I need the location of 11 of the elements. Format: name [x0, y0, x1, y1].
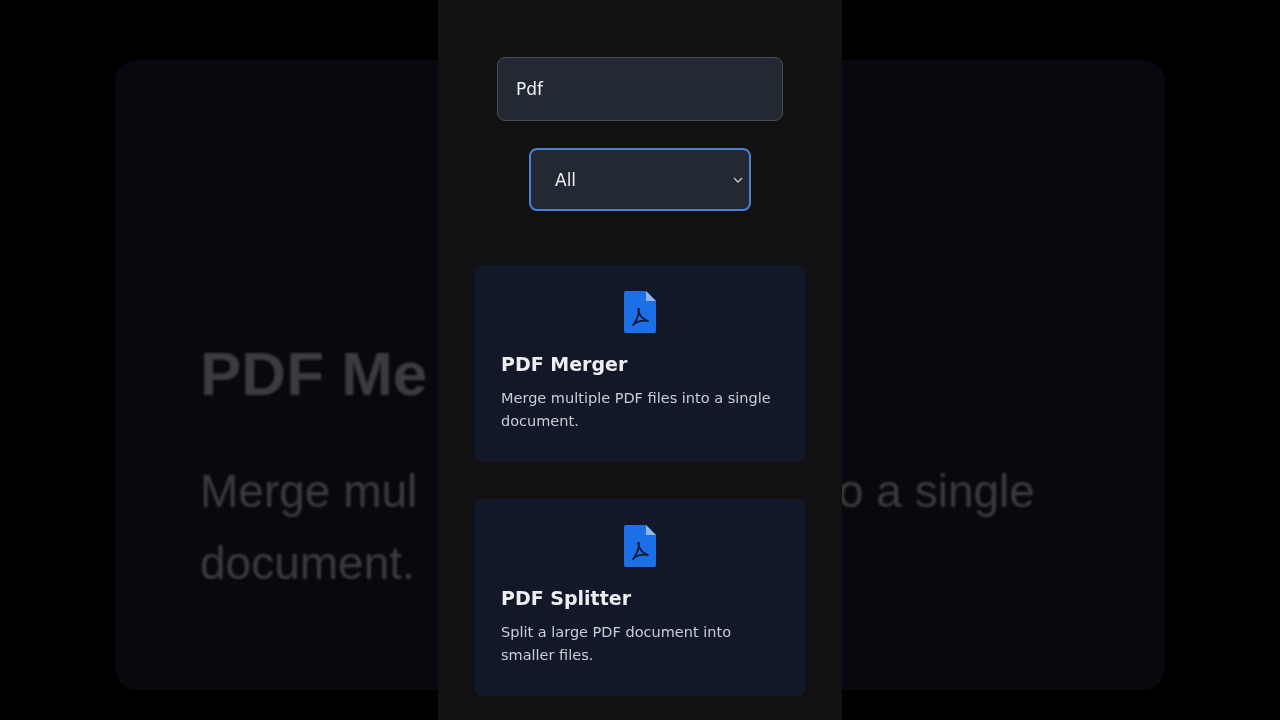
tool-description: Merge multiple PDF files into a single document. — [501, 389, 772, 431]
pdf-file-icon — [624, 525, 656, 567]
caret-icon — [733, 176, 743, 183]
tool-card[interactable]: PDF Merger Merge multiple PDF files into a single document. — [474, 265, 806, 462]
tool-title: PDF Splitter — [501, 587, 633, 609]
tool-title: PDF Merger — [501, 353, 629, 375]
tool-description: Split a large PDF document into smaller files. — [501, 623, 732, 665]
pdf-file-icon — [624, 291, 656, 333]
category-dropdown[interactable]: All — [529, 148, 751, 211]
tool-card[interactable]: PDF Splitter Split a large PDF document into smaller files. — [474, 499, 806, 696]
search-field[interactable]: Pdf — [497, 57, 783, 121]
